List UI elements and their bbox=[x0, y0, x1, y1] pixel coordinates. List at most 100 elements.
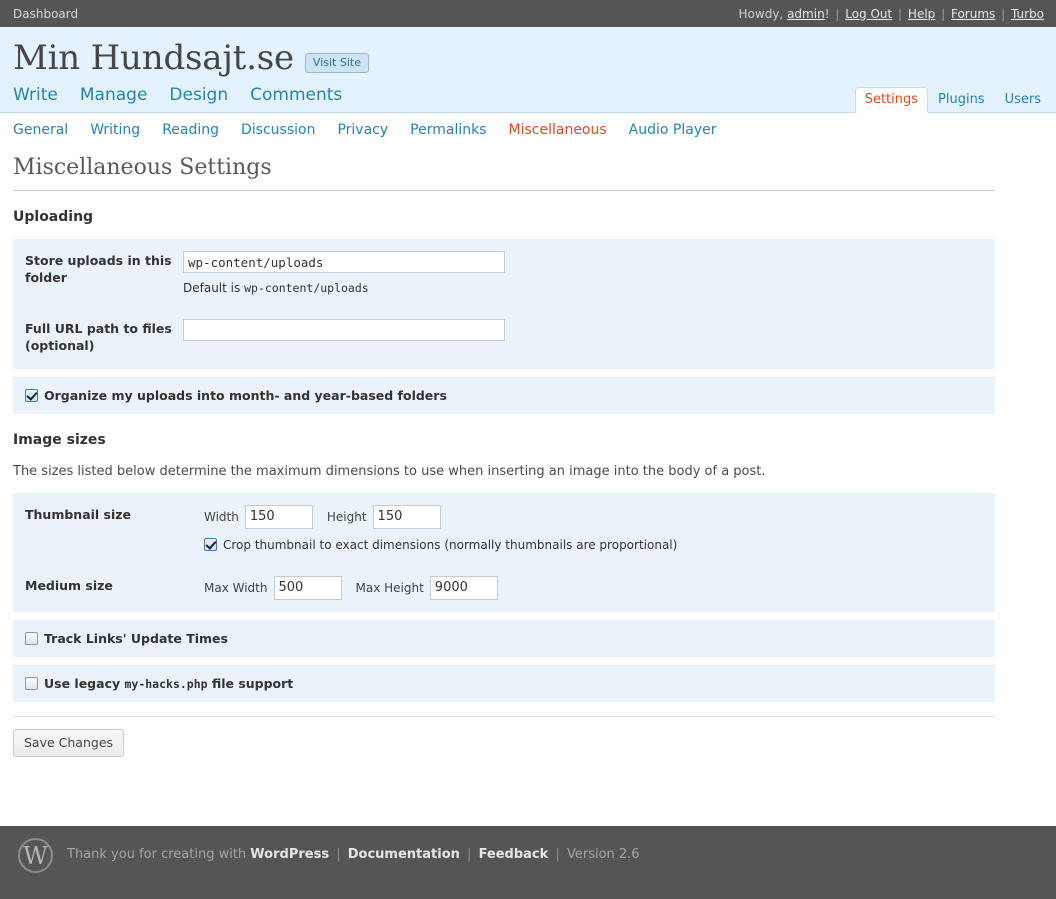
separator: | bbox=[336, 847, 341, 862]
track-links-table: Track Links' Update Times bbox=[13, 619, 995, 657]
version-label: Version 2.6 bbox=[566, 847, 640, 862]
track-links-row: Track Links' Update Times bbox=[25, 631, 985, 646]
table-row-track-links: Track Links' Update Times bbox=[13, 619, 995, 657]
page-title: Miscellaneous Settings bbox=[13, 155, 995, 191]
turbo-link[interactable]: Turbo bbox=[1011, 7, 1044, 21]
nav-item-design[interactable]: Design bbox=[169, 87, 228, 112]
medium-max-width-input[interactable] bbox=[273, 575, 342, 600]
table-row-thumbnail-size: Thumbnail size Width Height Crop thumbna… bbox=[13, 492, 995, 564]
save-changes-button[interactable]: Save Changes bbox=[13, 728, 125, 757]
nav-item-manage[interactable]: Manage bbox=[80, 87, 148, 112]
medium-max-height-label: Max Height bbox=[355, 580, 424, 595]
tab-users[interactable]: Users bbox=[995, 87, 1051, 112]
uploading-heading: Uploading bbox=[13, 209, 94, 225]
store-folder-description: Default is wp-content/uploads bbox=[183, 281, 985, 295]
admin-bar-links: Howdy, admin! | Log Out | Help | Forums … bbox=[739, 7, 1044, 21]
subnav-item-privacy[interactable]: Privacy bbox=[337, 123, 388, 137]
footer-thanks-text: Thank you for creating with bbox=[67, 847, 247, 862]
uploading-form-table: Store uploads in this folder Default is … bbox=[13, 239, 995, 369]
table-row-medium-size: Medium size Max Width Max Height bbox=[13, 563, 995, 612]
forums-link[interactable]: Forums bbox=[951, 7, 995, 21]
visit-site-button[interactable]: Visit Site bbox=[304, 53, 369, 73]
help-link[interactable]: Help bbox=[908, 7, 935, 21]
subnav-item-miscellaneous[interactable]: Miscellaneous bbox=[509, 123, 607, 137]
tab-settings[interactable]: Settings bbox=[854, 87, 929, 113]
separator: | bbox=[898, 6, 903, 21]
thumbnail-width-input[interactable] bbox=[244, 504, 313, 529]
separator: | bbox=[467, 847, 472, 862]
table-row-store-folder: Store uploads in this folder Default is … bbox=[13, 239, 995, 307]
organize-uploads-row: Organize my uploads into month- and year… bbox=[25, 388, 985, 403]
settings-subnavigation: General Writing Reading Discussion Priva… bbox=[0, 113, 1056, 147]
subnav-item-discussion[interactable]: Discussion bbox=[241, 123, 315, 137]
legacy-hacks-label: Use legacy my-hacks.php file support bbox=[44, 676, 293, 691]
feedback-link[interactable]: Feedback bbox=[479, 847, 549, 862]
track-links-checkbox[interactable] bbox=[25, 631, 38, 645]
legacy-hacks-checkbox[interactable] bbox=[25, 676, 38, 690]
thumbnail-size-cell: Width Height Crop thumbnail to exact dim… bbox=[183, 493, 995, 564]
subnav-item-audio-player[interactable]: Audio Player bbox=[629, 123, 717, 137]
table-row-legacy-hacks: Use legacy my-hacks.php file support bbox=[13, 664, 995, 702]
nav-item-write[interactable]: Write bbox=[13, 87, 58, 112]
image-sizes-heading: Image sizes bbox=[13, 431, 106, 448]
medium-max-height-input[interactable] bbox=[429, 575, 498, 600]
crop-thumbnail-checkbox[interactable] bbox=[204, 538, 217, 552]
full-url-cell bbox=[183, 307, 995, 369]
subnav-item-general[interactable]: General bbox=[13, 123, 68, 137]
legacy-hacks-table: Use legacy my-hacks.php file support bbox=[13, 664, 995, 702]
store-folder-label: Store uploads in this folder bbox=[25, 253, 172, 285]
full-url-label: Full URL path to files (optional) bbox=[25, 321, 172, 353]
medium-dimensions-row: Max Width Max Height bbox=[183, 575, 985, 600]
settings-content: Miscellaneous Settings Uploading Store u… bbox=[0, 155, 1056, 757]
store-folder-cell: Default is wp-content/uploads bbox=[183, 239, 995, 307]
track-links-cell: Track Links' Update Times bbox=[13, 620, 995, 657]
medium-max-width-label: Max Width bbox=[204, 580, 268, 595]
subnav-item-writing[interactable]: Writing bbox=[90, 123, 140, 137]
separator: | bbox=[1001, 6, 1006, 21]
separator: | bbox=[941, 6, 946, 21]
admin-bar: Dashboard Howdy, admin! | Log Out | Help… bbox=[0, 0, 1056, 27]
admin-user-link[interactable]: admin bbox=[787, 7, 825, 21]
right-tab-group: Settings Plugins Users bbox=[854, 87, 1051, 113]
thumbnail-dimensions-row: Width Height bbox=[183, 504, 985, 529]
dashboard-link[interactable]: Dashboard bbox=[13, 7, 78, 21]
thumbnail-size-label: Thumbnail size bbox=[25, 506, 132, 522]
default-prefix-text: Default is bbox=[183, 281, 241, 295]
wordpress-logo-icon: W bbox=[18, 838, 53, 873]
legacy-hacks-cell: Use legacy my-hacks.php file support bbox=[13, 665, 995, 702]
log-out-link[interactable]: Log Out bbox=[845, 7, 892, 21]
default-path-code: wp-content/uploads bbox=[244, 281, 369, 295]
thumbnail-height-input[interactable] bbox=[372, 504, 441, 529]
upload-url-path-input[interactable] bbox=[183, 319, 505, 341]
separator: | bbox=[835, 6, 840, 21]
main-navigation: Write Manage Design Comments Settings Pl… bbox=[0, 73, 1056, 113]
legacy-prefix-text: Use legacy bbox=[44, 675, 121, 691]
track-links-label: Track Links' Update Times bbox=[44, 630, 228, 646]
documentation-link[interactable]: Documentation bbox=[348, 847, 460, 862]
separator: | bbox=[555, 847, 560, 862]
legacy-suffix-text: file support bbox=[211, 675, 294, 691]
admin-footer: W Thank you for creating with WordPress … bbox=[0, 826, 1056, 899]
table-row-full-url: Full URL path to files (optional) bbox=[13, 307, 995, 369]
tab-plugins[interactable]: Plugins bbox=[928, 87, 995, 112]
subnav-item-permalinks[interactable]: Permalinks bbox=[410, 123, 486, 137]
thumbnail-width-label: Width bbox=[204, 509, 239, 524]
blog-title: Min Hundsajt.se bbox=[13, 38, 294, 78]
crop-thumbnail-row: Crop thumbnail to exact dimensions (norm… bbox=[183, 538, 985, 552]
thumbnail-height-label: Height bbox=[326, 509, 367, 524]
medium-size-cell: Max Width Max Height bbox=[183, 564, 995, 612]
howdy-text: Howdy, bbox=[738, 6, 784, 21]
wordpress-link[interactable]: WordPress bbox=[250, 847, 329, 862]
organize-uploads-checkbox[interactable] bbox=[25, 388, 38, 402]
admin-header: Min Hundsajt.se Visit Site Write Manage … bbox=[0, 27, 1056, 113]
crop-thumbnail-label: Crop thumbnail to exact dimensions (norm… bbox=[223, 537, 678, 552]
subnav-item-reading[interactable]: Reading bbox=[162, 123, 219, 137]
legacy-hacks-row: Use legacy my-hacks.php file support bbox=[25, 676, 985, 691]
organize-uploads-label: Organize my uploads into month- and year… bbox=[44, 387, 447, 403]
nav-item-comments[interactable]: Comments bbox=[250, 87, 342, 112]
howdy-suffix: ! bbox=[824, 6, 830, 21]
footer-text: Thank you for creating with WordPress | … bbox=[67, 847, 640, 862]
table-row-organize-uploads: Organize my uploads into month- and year… bbox=[13, 376, 995, 414]
legacy-file-code: my-hacks.php bbox=[124, 676, 208, 691]
upload-path-input[interactable] bbox=[183, 251, 505, 273]
